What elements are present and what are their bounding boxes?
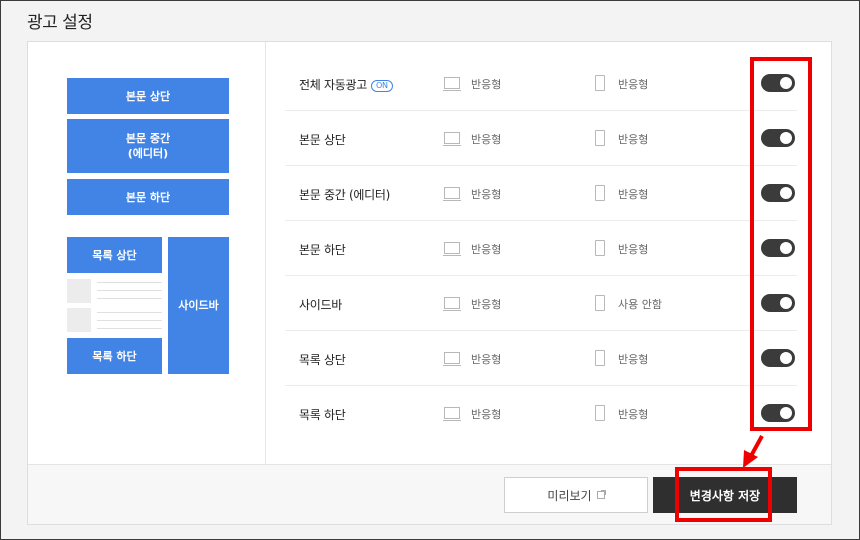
- mobile-icon: [595, 185, 605, 201]
- preview-sidebar: 사이드바: [168, 237, 229, 374]
- mobile-ad-type: 반응형: [618, 78, 649, 91]
- mobile-ad-type: 사용 안함: [618, 298, 662, 311]
- preview-list-thumb: [67, 308, 91, 332]
- toggle-list-bottom[interactable]: [761, 404, 795, 422]
- preview-list-line: [97, 290, 162, 291]
- mobile-icon: [595, 405, 605, 421]
- preview-body-middle: 본문 중간 (에디터): [67, 119, 229, 173]
- ad-row-body-bottom: 본문 하단 반응형 반응형: [285, 221, 797, 276]
- toggle-knob: [780, 407, 792, 419]
- save-changes-button[interactable]: 변경사항 저장: [653, 477, 797, 513]
- preview-list-line: [97, 320, 162, 321]
- on-badge: ON: [370, 80, 393, 92]
- preview-button-label: 미리보기: [547, 488, 592, 503]
- row-label: 본문 상단: [299, 133, 346, 147]
- toggle-knob: [780, 187, 792, 199]
- toggle-auto-ads[interactable]: [761, 74, 795, 92]
- toggle-body-bottom[interactable]: [761, 239, 795, 257]
- toggle-list-top[interactable]: [761, 349, 795, 367]
- settings-footer: 미리보기 변경사항 저장: [28, 464, 831, 524]
- preview-list-line: [97, 312, 162, 313]
- toggle-knob: [780, 132, 792, 144]
- external-link-icon: [596, 490, 606, 499]
- toggle-body-middle[interactable]: [761, 184, 795, 202]
- mobile-icon: [595, 130, 605, 146]
- desktop-icon: [443, 132, 461, 146]
- row-label-text: 전체 자동광고: [299, 78, 367, 92]
- row-label: 본문 하단: [299, 243, 346, 257]
- preview-body-top: 본문 상단: [67, 78, 229, 114]
- toggle-body-top[interactable]: [761, 129, 795, 147]
- pc-ad-type: 반응형: [471, 353, 502, 366]
- ad-row-body-middle: 본문 중간 (에디터) 반응형 반응형: [285, 166, 797, 221]
- toggle-knob: [780, 297, 792, 309]
- pc-ad-type: 반응형: [471, 243, 502, 256]
- mobile-ad-type: 반응형: [618, 408, 649, 421]
- pc-ad-type: 반응형: [471, 78, 502, 91]
- row-label: 전체 자동광고 ON: [299, 76, 393, 93]
- preview-button[interactable]: 미리보기: [504, 477, 648, 513]
- desktop-icon: [443, 297, 461, 311]
- toggle-knob: [780, 242, 792, 254]
- toggle-knob: [780, 352, 792, 364]
- row-label: 목록 하단: [299, 408, 346, 422]
- ad-row-list-top: 목록 상단 반응형 반응형: [285, 331, 797, 386]
- row-label: 목록 상단: [299, 353, 346, 367]
- mobile-icon: [595, 240, 605, 256]
- desktop-icon: [443, 407, 461, 421]
- ad-row-list-bottom: 목록 하단 반응형 반응형: [285, 386, 797, 441]
- ad-row-body-top: 본문 상단 반응형 반응형: [285, 111, 797, 166]
- preview-list-line: [97, 282, 162, 283]
- desktop-icon: [443, 77, 461, 91]
- desktop-icon: [443, 242, 461, 256]
- preview-list-top: 목록 상단: [67, 237, 162, 273]
- mobile-ad-type: 반응형: [618, 133, 649, 146]
- pc-ad-type: 반응형: [471, 133, 502, 146]
- mobile-ad-type: 반응형: [618, 353, 649, 366]
- mobile-icon: [595, 75, 605, 91]
- layout-preview: 본문 상단 본문 중간 (에디터) 본문 하단 목록 상단 목록 하단 사이드바: [28, 42, 266, 464]
- desktop-icon: [443, 352, 461, 366]
- page-title: 광고 설정: [27, 13, 93, 33]
- mobile-icon: [595, 350, 605, 366]
- preview-list-bottom: 목록 하단: [67, 338, 162, 374]
- pc-ad-type: 반응형: [471, 408, 502, 421]
- mobile-ad-type: 반응형: [618, 243, 649, 256]
- pc-ad-type: 반응형: [471, 188, 502, 201]
- row-label: 본문 중간 (에디터): [299, 188, 390, 202]
- row-label: 사이드바: [299, 298, 342, 312]
- mobile-ad-type: 반응형: [618, 188, 649, 201]
- preview-list-line: [97, 298, 162, 299]
- ad-row-sidebar: 사이드바 반응형 사용 안함: [285, 276, 797, 331]
- ad-settings-card: 본문 상단 본문 중간 (에디터) 본문 하단 목록 상단 목록 하단 사이드바…: [27, 41, 832, 525]
- mobile-icon: [595, 295, 605, 311]
- desktop-icon: [443, 187, 461, 201]
- pc-ad-type: 반응형: [471, 298, 502, 311]
- toggle-sidebar[interactable]: [761, 294, 795, 312]
- preview-list-thumb: [67, 279, 91, 303]
- ad-row-auto: 전체 자동광고 ON 반응형 반응형: [285, 56, 797, 111]
- preview-list-line: [97, 328, 162, 329]
- toggle-knob: [780, 77, 792, 89]
- preview-body-bottom: 본문 하단: [67, 179, 229, 215]
